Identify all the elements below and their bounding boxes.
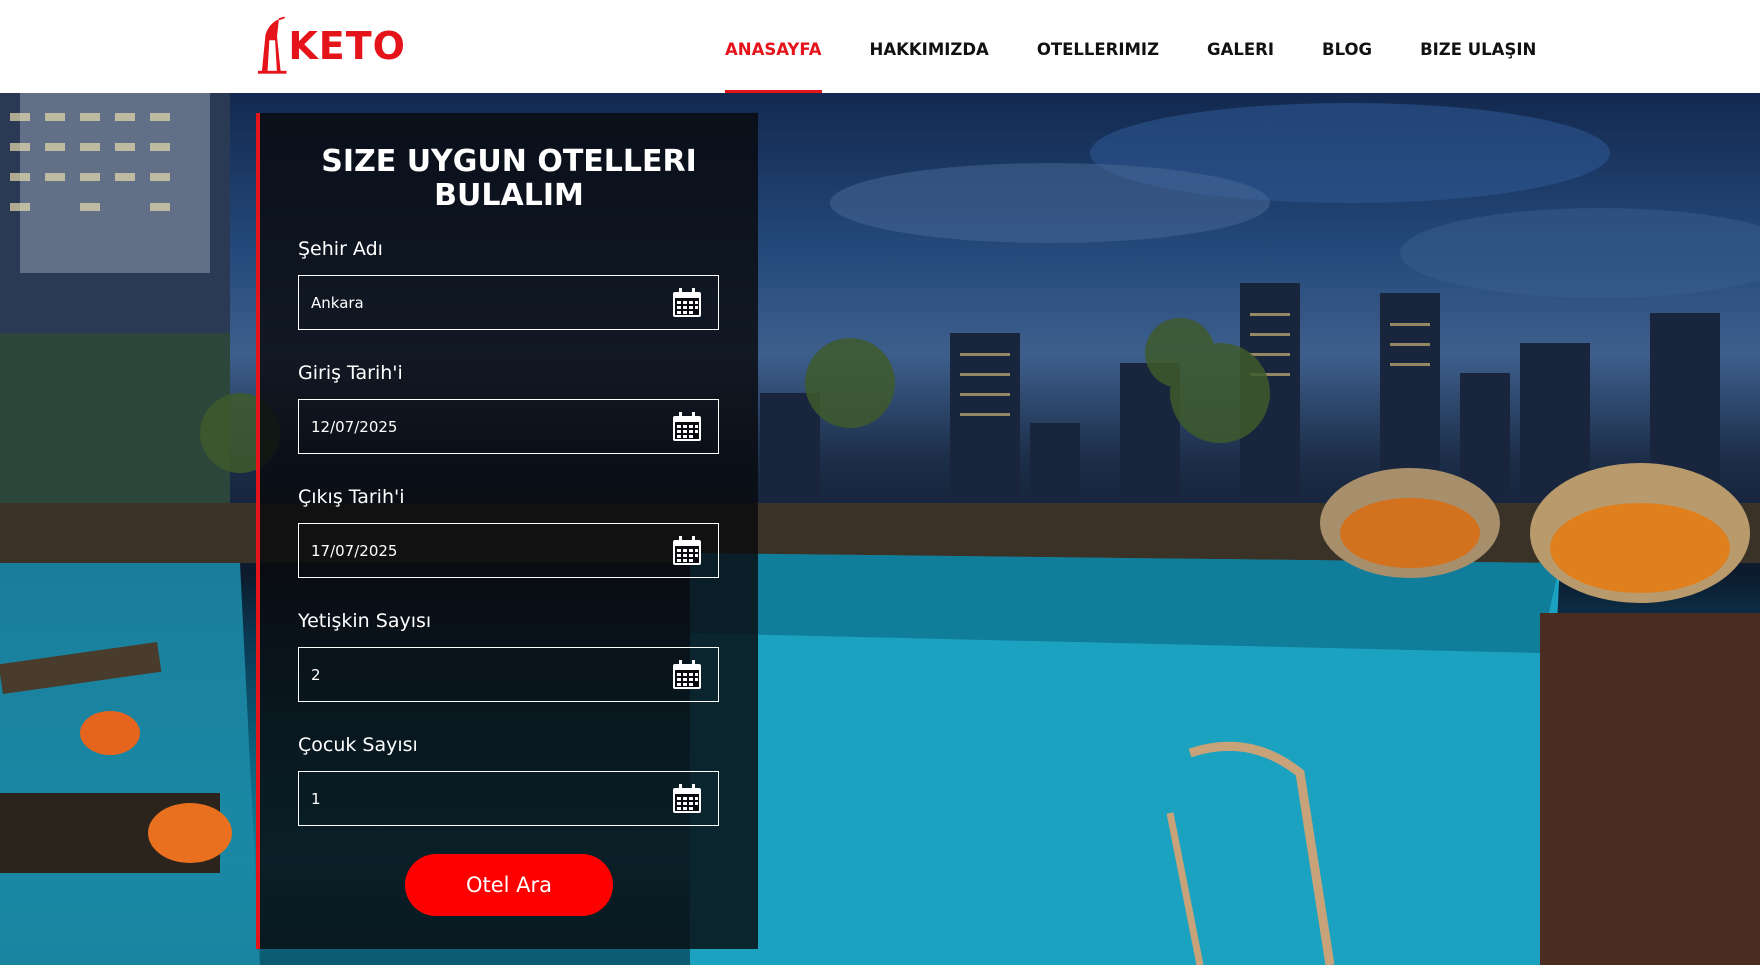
brand-name: KETO: [288, 24, 406, 68]
search-hotels-button[interactable]: Otel Ara: [405, 854, 613, 916]
calendar-icon[interactable]: [671, 783, 703, 815]
search-form-title-line1: SIZE UYGUN OTELLERI: [321, 144, 697, 179]
nav-item-bize-ulasin[interactable]: BIZE ULAŞIN: [1420, 0, 1536, 93]
city-label: Şehir Adı: [298, 238, 383, 260]
nav-item-otellerimiz[interactable]: OTELLERIMIZ: [1037, 0, 1159, 93]
children-label: Çocuk Sayısı: [298, 734, 418, 756]
site-header: KETO ANASAYFA HAKKIMIZDA OTELLERIMIZ GAL…: [0, 0, 1760, 93]
tower-icon: [257, 16, 287, 74]
search-form-title: SIZE UYGUN OTELLERI BULALIM: [260, 145, 758, 213]
calendar-icon[interactable]: [671, 287, 703, 319]
nav-item-blog[interactable]: BLOG: [1322, 0, 1372, 93]
city-field: [298, 275, 719, 330]
children-field: [298, 771, 719, 826]
search-form-title-line2: BULALIM: [434, 178, 584, 213]
nav-item-hakkimizda[interactable]: HAKKIMIZDA: [870, 0, 989, 93]
adults-field: [298, 647, 719, 702]
calendar-icon[interactable]: [671, 659, 703, 691]
checkin-input[interactable]: [299, 400, 659, 453]
nav-item-anasayfa[interactable]: ANASAYFA: [725, 0, 822, 93]
hotel-search-form: SIZE UYGUN OTELLERI BULALIM Şehir Adı Gi…: [256, 113, 758, 949]
adults-input[interactable]: [299, 648, 659, 701]
checkout-label: Çıkış Tarih'i: [298, 486, 405, 508]
calendar-icon[interactable]: [671, 411, 703, 443]
children-input[interactable]: [299, 772, 659, 825]
city-input[interactable]: [299, 276, 659, 329]
adults-label: Yetişkin Sayısı: [298, 610, 432, 632]
checkin-label: Giriş Tarih'i: [298, 362, 403, 384]
checkout-field: [298, 523, 719, 578]
calendar-icon[interactable]: [671, 535, 703, 567]
checkout-input[interactable]: [299, 524, 659, 577]
brand-logo[interactable]: KETO: [256, 15, 406, 77]
main-nav: ANASAYFA HAKKIMIZDA OTELLERIMIZ GALERI B…: [725, 0, 1584, 93]
nav-item-galeri[interactable]: GALERI: [1207, 0, 1274, 93]
checkin-field: [298, 399, 719, 454]
